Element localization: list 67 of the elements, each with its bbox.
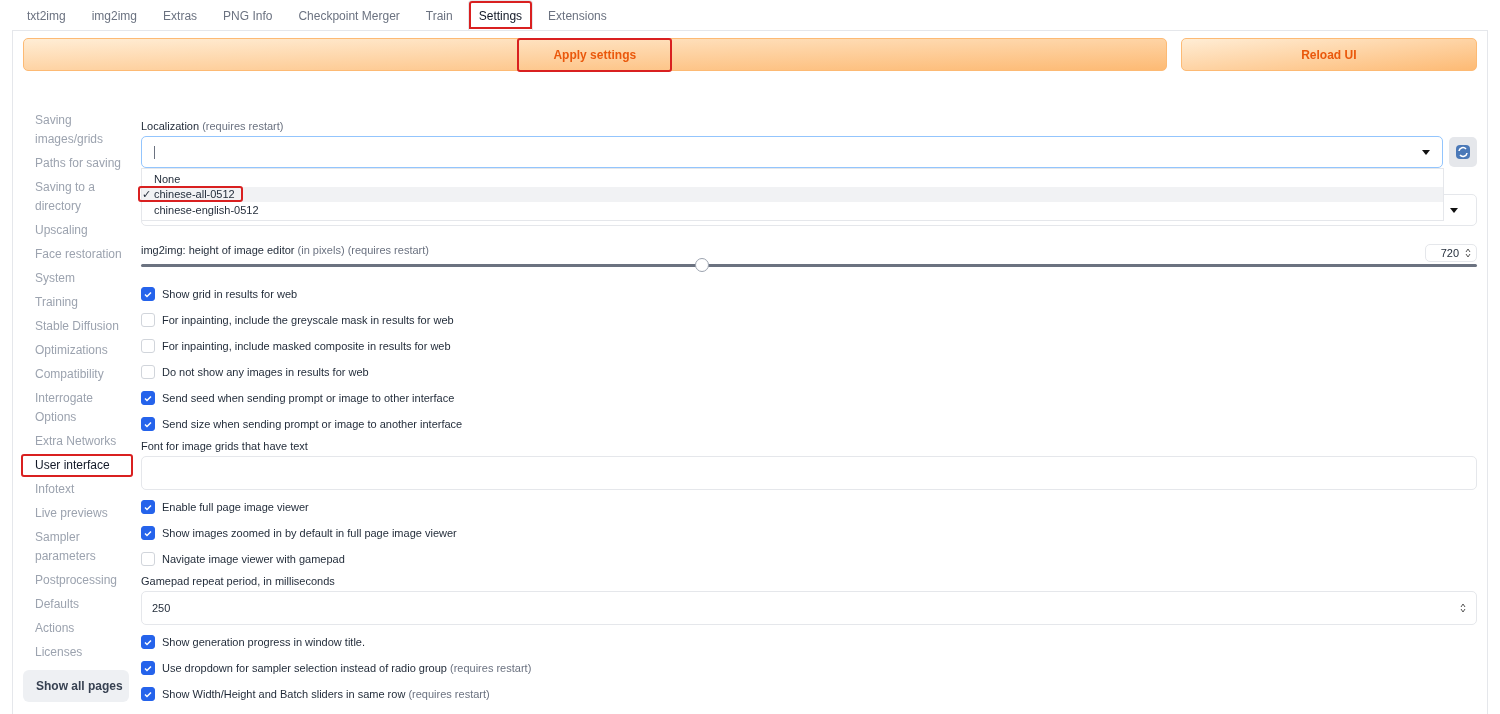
sidebar-item[interactable]: Face restoration xyxy=(21,243,133,266)
sidebar-item[interactable]: User interface xyxy=(21,454,133,477)
checkbox-label: For inpainting, include masked composite in results for web xyxy=(162,340,451,352)
sidebar-item[interactable]: Saving images/grids xyxy=(21,109,133,151)
checkbox-label: Send size when sending prompt or image to another interface xyxy=(162,418,463,430)
check-icon xyxy=(144,690,152,698)
text-field[interactable] xyxy=(141,456,1477,490)
sidebar-item[interactable]: Extra Networks xyxy=(21,430,133,453)
check-icon xyxy=(144,664,152,672)
caret-icon xyxy=(1422,149,1430,155)
checkbox[interactable] xyxy=(141,391,155,405)
sidebar-item[interactable]: Interrogate Options xyxy=(21,387,133,429)
sidebar-item[interactable]: System xyxy=(21,267,133,290)
refresh-icon xyxy=(1455,144,1471,160)
check-icon xyxy=(144,638,152,646)
checkbox-label: Navigate image viewer with gamepad xyxy=(162,553,345,565)
checkbox-label: Show images zoomed in by default in full page image viewer xyxy=(162,527,457,539)
sidebar-item[interactable]: Infotext xyxy=(21,478,133,501)
checkbox[interactable] xyxy=(141,635,155,649)
checkbox[interactable] xyxy=(141,661,155,675)
setting-label: Localization (requires restart) xyxy=(141,120,285,134)
number-field[interactable]: 250 xyxy=(141,591,1477,625)
checkbox[interactable] xyxy=(141,417,155,431)
sidebar-item[interactable]: Optimizations xyxy=(21,339,133,362)
sidebar-item[interactable]: Actions xyxy=(21,617,133,640)
check-icon xyxy=(144,394,152,402)
stepper-icon xyxy=(1460,603,1466,613)
setting-label: Gamepad repeat period, in milliseconds xyxy=(141,575,336,589)
checkbox[interactable] xyxy=(141,687,155,701)
caret-icon xyxy=(1450,207,1458,213)
stepper-icon xyxy=(1465,248,1471,258)
sidebar-item[interactable]: Paths for saving xyxy=(21,152,133,175)
action-button[interactable]: Reload UI xyxy=(1180,38,1477,71)
sidebar-item[interactable]: Saving to a directory xyxy=(21,176,133,218)
refresh-button[interactable] xyxy=(1449,137,1477,167)
sidebar-item[interactable]: Live previews xyxy=(21,502,133,525)
checkbox-label: Use dropdown for sampler selection instead of radio group (requires restart) xyxy=(162,662,532,674)
checkbox[interactable] xyxy=(141,500,155,514)
sidebar-item[interactable]: Upscaling xyxy=(21,219,133,242)
action-button[interactable]: Apply settings xyxy=(23,38,1167,71)
checkbox[interactable] xyxy=(141,287,155,301)
check-icon xyxy=(144,290,152,298)
check-icon xyxy=(144,529,152,537)
show-all-button[interactable]: Show all pages xyxy=(23,670,129,702)
checkbox-label: Show grid in results for web xyxy=(162,288,298,300)
checkbox-label: Show generation progress in window title. xyxy=(162,636,365,648)
checkbox-label: Enable full page image viewer xyxy=(162,501,309,513)
checkbox[interactable] xyxy=(141,526,155,540)
sidebar-item[interactable]: Sampler parameters xyxy=(21,526,133,568)
checkbox-label: Do not show any images in results for web xyxy=(162,366,369,378)
setting-label: Font for image grids that have text xyxy=(141,440,309,454)
slider-thumb[interactable] xyxy=(695,258,710,272)
sidebar-item[interactable]: Defaults xyxy=(21,593,133,616)
number-field[interactable]: 720 xyxy=(1425,244,1477,262)
sidebar-item[interactable]: Stable Diffusion xyxy=(21,315,133,338)
sidebar-item[interactable]: Training xyxy=(21,291,133,314)
sidebar-item[interactable]: Licenses xyxy=(21,641,133,664)
dropdown-field[interactable] xyxy=(141,136,1443,168)
sidebar-item[interactable]: Postprocessing xyxy=(21,569,133,592)
checkbox-label: For inpainting, include the greyscale mask in results for web xyxy=(162,314,454,326)
sidebar-item[interactable]: Compatibility xyxy=(21,363,133,386)
setting-label: img2img: height of image editor (in pixels) (requires restart) xyxy=(141,244,429,258)
check-icon xyxy=(144,503,152,511)
checkbox-label: Show Width/Height and Batch sliders in same row (requires restart) xyxy=(162,688,490,700)
check-icon xyxy=(144,420,152,428)
checkbox-label: Send seed when sending prompt or image to other interface xyxy=(162,392,455,404)
tab[interactable]: Settings xyxy=(467,0,534,30)
